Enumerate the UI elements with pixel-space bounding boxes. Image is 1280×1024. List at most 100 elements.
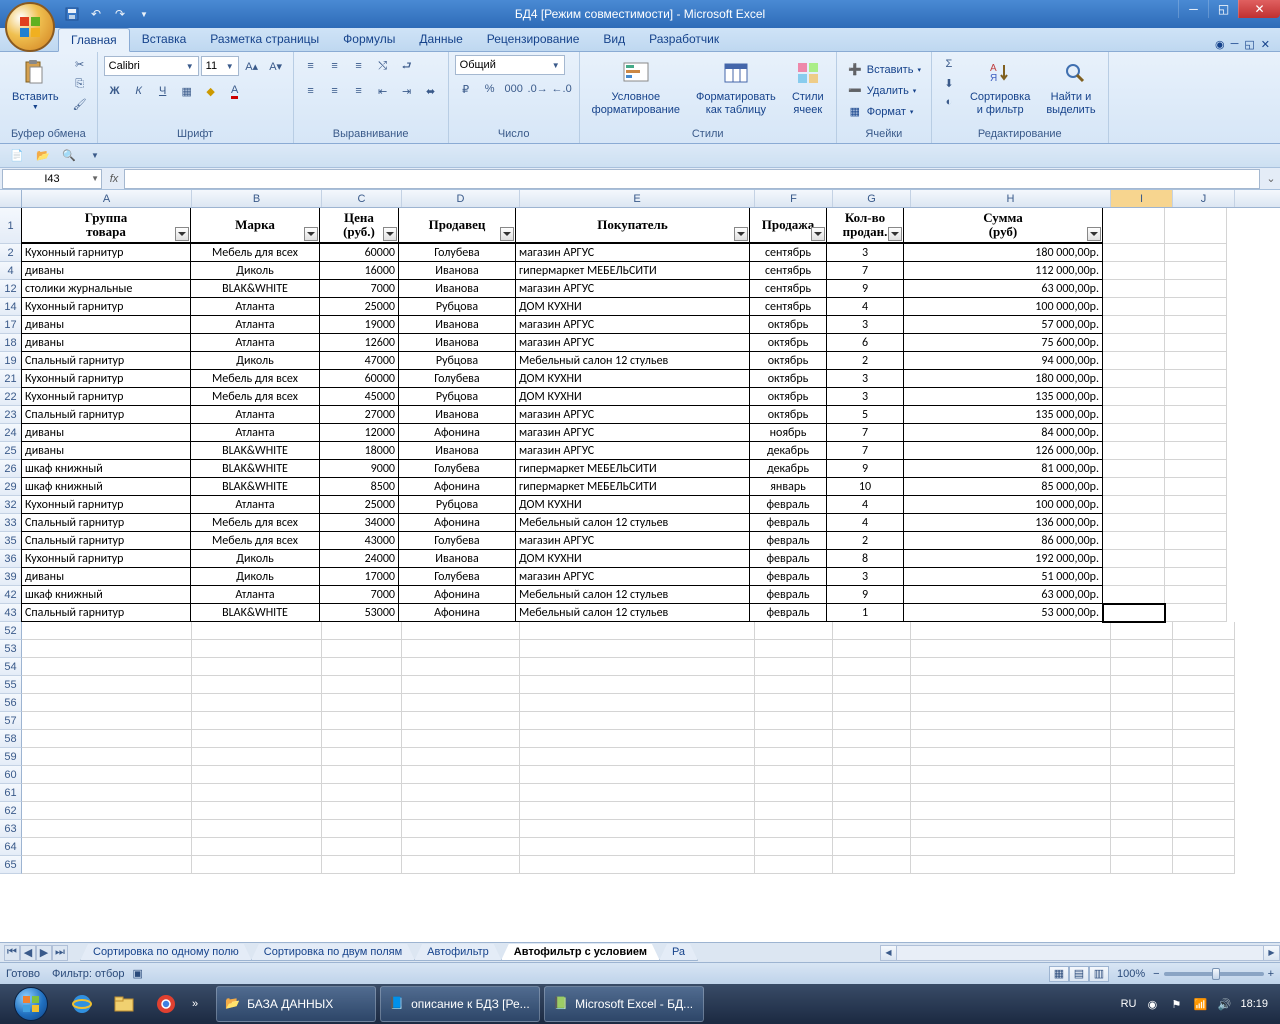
table-cell[interactable]: Афонина: [398, 585, 516, 604]
cell[interactable]: [1165, 568, 1227, 586]
table-cell[interactable]: октябрь: [749, 387, 827, 406]
cell[interactable]: [1173, 802, 1235, 820]
taskbar-task[interactable]: 📂БАЗА ДАННЫХ: [216, 986, 376, 1022]
cell[interactable]: [1111, 784, 1173, 802]
table-cell[interactable]: шкаф книжный: [21, 459, 191, 478]
cell[interactable]: [1165, 244, 1227, 262]
table-cell[interactable]: 180 000,00р.: [903, 369, 1103, 388]
cell[interactable]: [322, 856, 402, 874]
table-cell[interactable]: 25000: [319, 297, 399, 316]
ribbon-tab[interactable]: Рецензирование: [475, 28, 592, 51]
cell[interactable]: [1173, 658, 1235, 676]
cell[interactable]: [322, 658, 402, 676]
table-cell[interactable]: 3: [826, 243, 904, 262]
select-all-corner[interactable]: [0, 190, 22, 208]
table-cell[interactable]: 75 600,00р.: [903, 333, 1103, 352]
cell[interactable]: [911, 694, 1111, 712]
page-break-view-icon[interactable]: ▥: [1089, 966, 1109, 982]
align-bottom-icon[interactable]: ≡: [348, 55, 370, 77]
format-table-button[interactable]: Форматировать как таблицу: [690, 55, 782, 119]
column-header[interactable]: E: [520, 190, 755, 207]
tray-shield-icon[interactable]: ◉: [1144, 996, 1160, 1012]
table-cell[interactable]: Диколь: [190, 567, 320, 586]
cell[interactable]: [833, 712, 911, 730]
cell[interactable]: [192, 802, 322, 820]
cell[interactable]: [1173, 748, 1235, 766]
cell[interactable]: [322, 730, 402, 748]
sheet-prev-icon[interactable]: ◀: [20, 945, 36, 961]
find-select-button[interactable]: Найти и выделить: [1040, 55, 1101, 119]
cell[interactable]: [322, 766, 402, 784]
conditional-format-button[interactable]: Условное форматирование: [586, 55, 686, 119]
ribbon-close-icon[interactable]: ✕: [1261, 38, 1270, 51]
merge-icon[interactable]: ⬌: [420, 80, 442, 102]
cell[interactable]: [22, 676, 192, 694]
row-header[interactable]: 22: [0, 388, 22, 406]
open-icon[interactable]: 📂: [32, 146, 54, 166]
table-cell[interactable]: BLAK&WHITE: [190, 279, 320, 298]
cell[interactable]: [1173, 766, 1235, 784]
cell[interactable]: [911, 622, 1111, 640]
zoom-out-icon[interactable]: −: [1153, 968, 1159, 980]
table-cell[interactable]: Голубева: [398, 459, 516, 478]
cell[interactable]: [1111, 838, 1173, 856]
cell[interactable]: [1103, 316, 1165, 334]
italic-icon[interactable]: К: [128, 80, 150, 102]
row-header[interactable]: 54: [0, 658, 22, 676]
table-cell[interactable]: Иванова: [398, 333, 516, 352]
table-cell[interactable]: Мебель для всех: [190, 531, 320, 550]
cell[interactable]: [1165, 370, 1227, 388]
cell[interactable]: [322, 640, 402, 658]
cell[interactable]: [911, 676, 1111, 694]
cell[interactable]: [1173, 856, 1235, 874]
cell[interactable]: [1165, 586, 1227, 604]
table-cell[interactable]: ДОМ КУХНИ: [515, 495, 750, 514]
cell[interactable]: [402, 856, 520, 874]
column-header[interactable]: A: [22, 190, 192, 207]
grow-font-icon[interactable]: A▴: [241, 55, 263, 77]
table-cell[interactable]: 24000: [319, 549, 399, 568]
table-cell[interactable]: 5: [826, 405, 904, 424]
cell[interactable]: [322, 676, 402, 694]
filter-button[interactable]: [888, 227, 902, 241]
table-cell[interactable]: 51 000,00р.: [903, 567, 1103, 586]
table-cell[interactable]: 81 000,00р.: [903, 459, 1103, 478]
cell[interactable]: [1111, 802, 1173, 820]
cell[interactable]: [1173, 622, 1235, 640]
cell[interactable]: [192, 640, 322, 658]
table-cell[interactable]: магазин АРГУС: [515, 333, 750, 352]
cell[interactable]: [1103, 496, 1165, 514]
cell[interactable]: [833, 748, 911, 766]
table-cell[interactable]: Мебельный салон 12 стульев: [515, 585, 750, 604]
table-cell[interactable]: Мебель для всех: [190, 513, 320, 532]
cell[interactable]: [833, 730, 911, 748]
cell[interactable]: [755, 640, 833, 658]
cell[interactable]: [833, 838, 911, 856]
cell[interactable]: [911, 748, 1111, 766]
ribbon-tab[interactable]: Вставка: [130, 28, 199, 51]
table-cell[interactable]: 100 000,00р.: [903, 297, 1103, 316]
wrap-text-icon[interactable]: ⮐: [396, 55, 418, 77]
row-header[interactable]: 43: [0, 604, 22, 622]
cell[interactable]: [22, 856, 192, 874]
row-header[interactable]: 59: [0, 748, 22, 766]
cell[interactable]: [1165, 262, 1227, 280]
filter-button[interactable]: [500, 227, 514, 241]
cell[interactable]: [911, 766, 1111, 784]
zoom-in-icon[interactable]: +: [1268, 968, 1274, 980]
cell[interactable]: [1165, 298, 1227, 316]
cell[interactable]: [1165, 388, 1227, 406]
table-cell[interactable]: 3: [826, 387, 904, 406]
table-cell[interactable]: 19000: [319, 315, 399, 334]
cell[interactable]: [833, 856, 911, 874]
cell[interactable]: [192, 748, 322, 766]
table-cell[interactable]: 126 000,00р.: [903, 441, 1103, 460]
cell[interactable]: [520, 712, 755, 730]
cell[interactable]: [402, 694, 520, 712]
table-cell[interactable]: Кухонный гарнитур: [21, 387, 191, 406]
table-cell[interactable]: Диколь: [190, 351, 320, 370]
table-cell[interactable]: 9000: [319, 459, 399, 478]
table-cell[interactable]: октябрь: [749, 333, 827, 352]
pinned-chrome-icon[interactable]: [146, 986, 186, 1022]
cell[interactable]: [402, 622, 520, 640]
